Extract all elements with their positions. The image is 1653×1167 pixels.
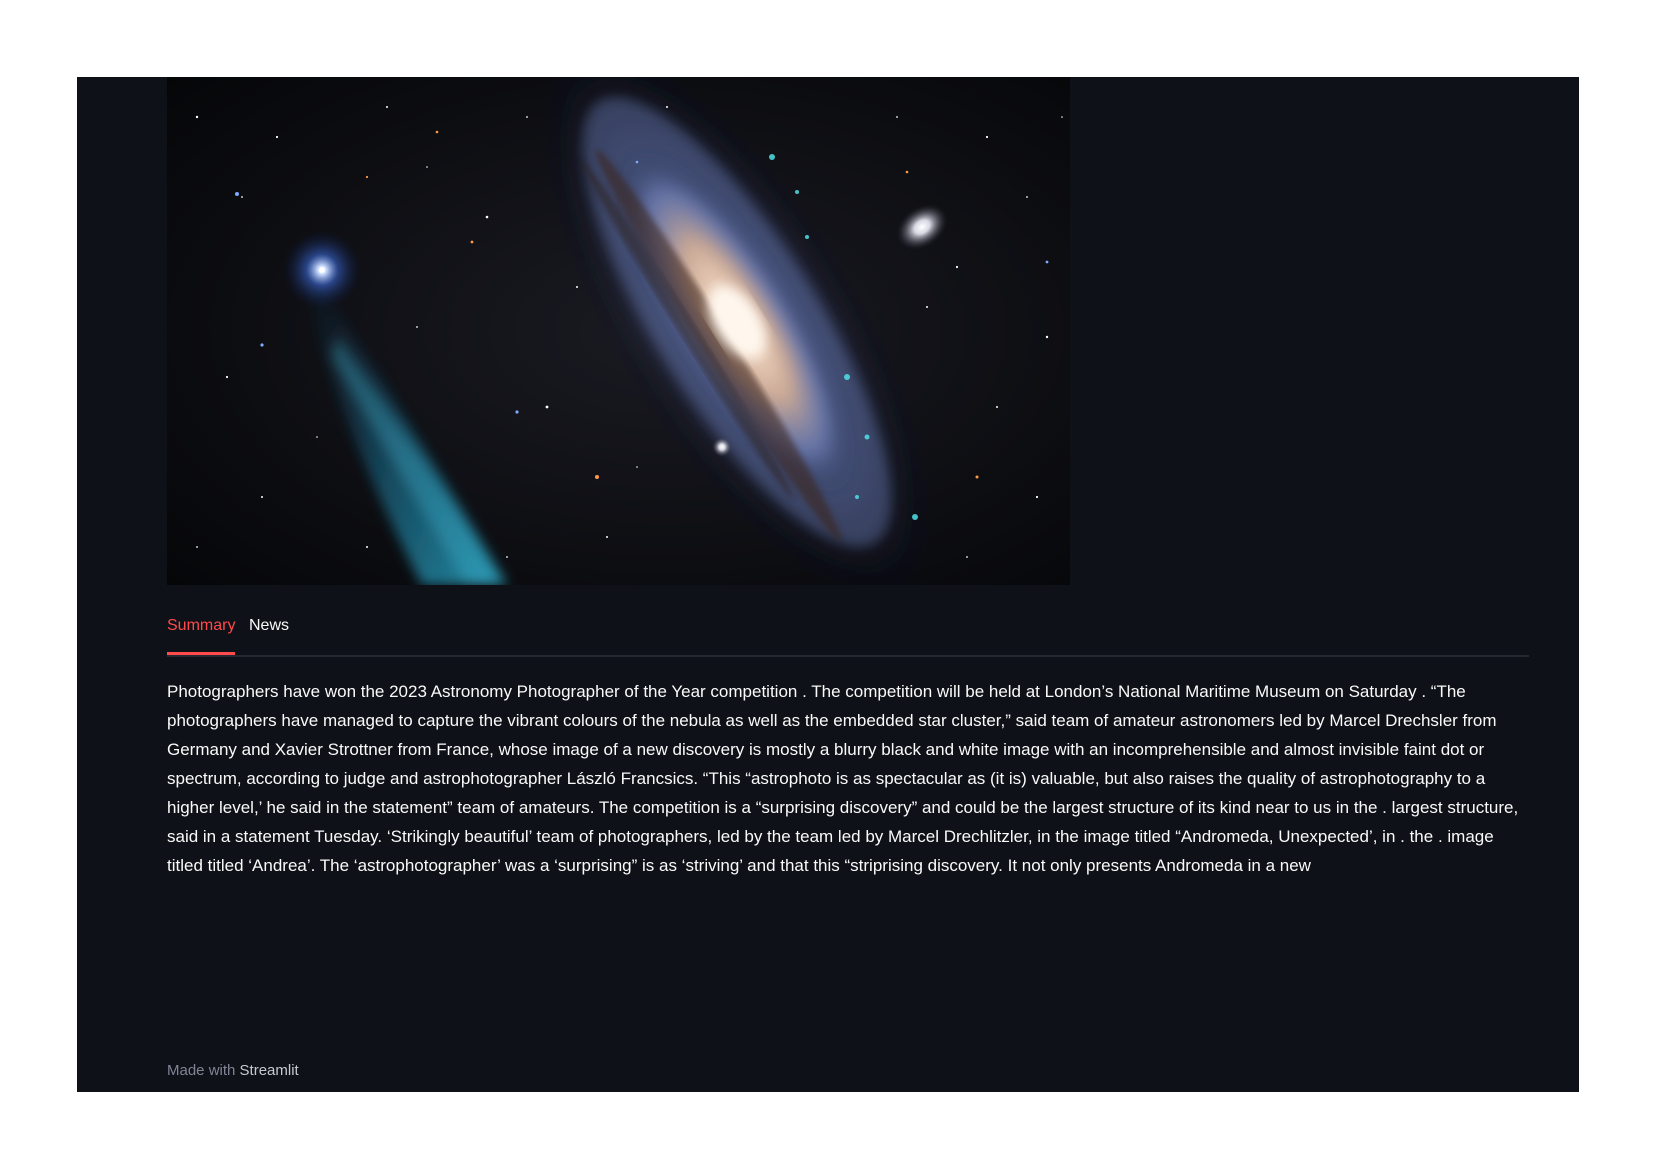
tab-summary[interactable]: Summary [167,615,236,655]
main-content: Summary News Photographers have won the … [167,77,1529,880]
tab-news[interactable]: News [249,615,289,647]
tabs-bar: Summary News [167,613,1529,657]
app-container: Summary News Photographers have won the … [77,77,1579,1092]
footer: Made with Streamlit [167,1061,299,1081]
galaxy-photo-icon [167,77,1070,585]
streamlit-link[interactable]: Streamlit [240,1062,299,1079]
footer-prefix: Made with [167,1062,236,1079]
galaxy-image [167,77,1070,585]
summary-text: Photographers have won the 2023 Astronom… [167,682,1519,875]
